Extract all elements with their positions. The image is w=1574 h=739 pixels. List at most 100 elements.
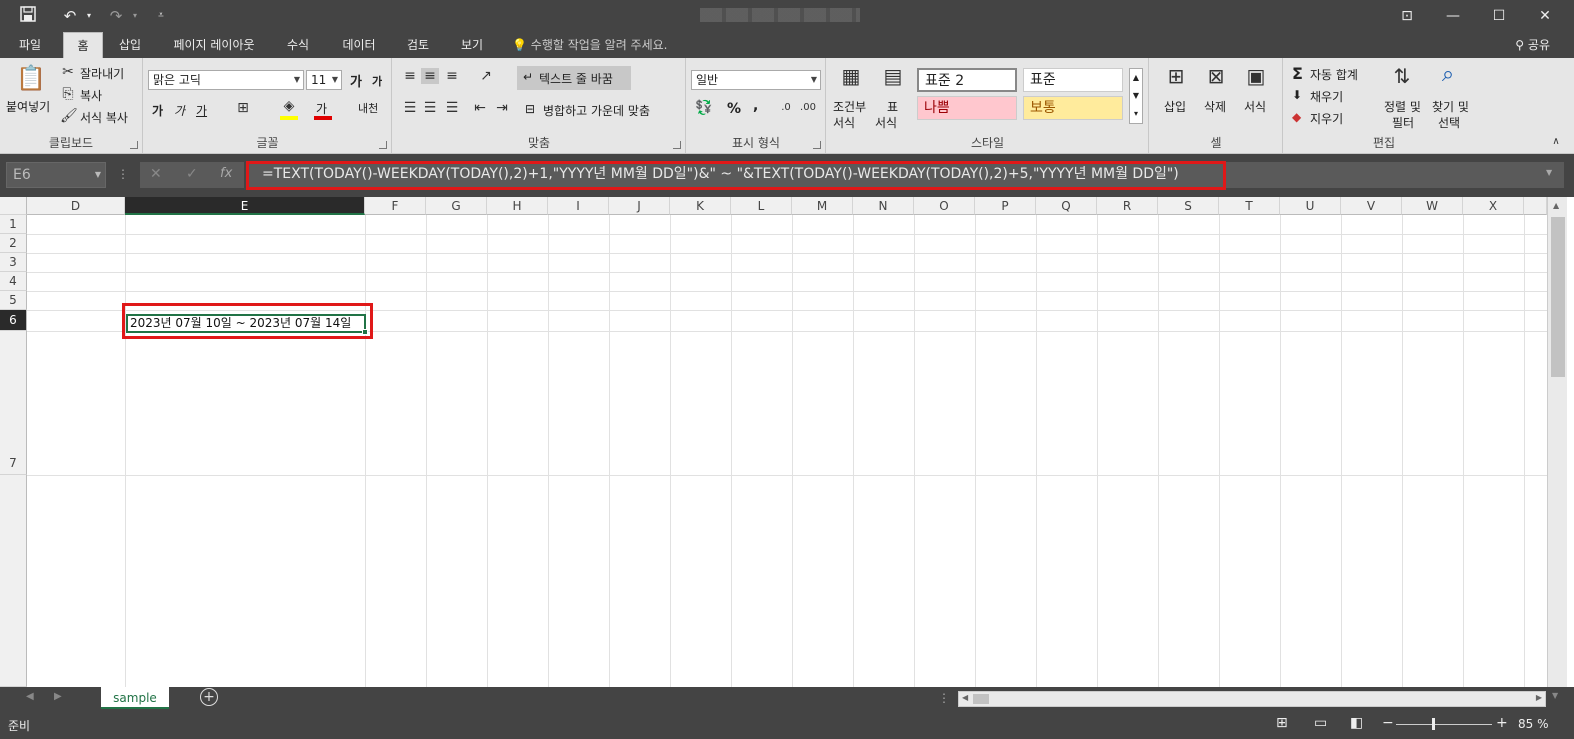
merge-center-icon[interactable]: ⊟ xyxy=(525,102,535,116)
tab-review[interactable]: 검토 xyxy=(396,32,440,58)
column-header-w[interactable]: W xyxy=(1402,197,1463,215)
tab-data[interactable]: 데이터 xyxy=(332,32,386,58)
fill-icon[interactable]: ⬇ xyxy=(1292,88,1302,102)
styles-scroll[interactable]: ▲ ▼ ▾ xyxy=(1129,68,1143,124)
column-header-k[interactable]: K xyxy=(670,197,731,215)
row-header-6[interactable]: 6 xyxy=(0,310,27,331)
shrink-font-button[interactable]: 가 xyxy=(372,73,382,89)
copy-icon[interactable]: ⎘ xyxy=(60,86,76,102)
tab-split-icon[interactable]: ⋮ xyxy=(938,691,950,705)
scroll-right-icon[interactable]: ▶ xyxy=(1536,693,1542,702)
expand-formula-icon[interactable]: ▼ xyxy=(1546,168,1552,177)
align-bottom-icon[interactable]: ≡ xyxy=(443,68,461,84)
row-header-1[interactable]: 1 xyxy=(0,215,27,234)
conditional-format-icon[interactable]: ▦ xyxy=(837,64,865,92)
find-select-line2[interactable]: 선택 xyxy=(1438,114,1460,131)
tab-view[interactable]: 보기 xyxy=(450,32,494,58)
sort-filter-icon[interactable]: ⇅ xyxy=(1388,64,1416,92)
chevron-down-icon[interactable]: ▾ xyxy=(84,6,94,26)
zoom-slider-thumb[interactable] xyxy=(1432,718,1435,730)
scroll-left-icon[interactable]: ◀ xyxy=(962,693,968,702)
row-header-4[interactable]: 4 xyxy=(0,272,27,291)
copy-button[interactable]: 복사 xyxy=(80,87,102,104)
style-bad[interactable]: 나쁨 xyxy=(917,96,1017,120)
column-header-m[interactable]: M xyxy=(792,197,853,215)
style-normal[interactable]: 표준 xyxy=(1023,68,1123,92)
eraser-icon[interactable]: ◆ xyxy=(1292,110,1301,124)
tab-file[interactable]: 파일 xyxy=(8,32,52,58)
tell-me-box[interactable]: 💡 수행할 작업을 알려 주세요. xyxy=(512,32,667,58)
column-header-f[interactable]: F xyxy=(365,197,426,215)
cancel-icon[interactable]: ✕ xyxy=(150,166,162,182)
chevron-down-icon[interactable]: ▾ xyxy=(130,6,140,26)
comma-button[interactable]: , xyxy=(753,98,758,114)
conditional-format-line2[interactable]: 서식 xyxy=(833,114,855,131)
tab-page-layout[interactable]: 페이지 레이아웃 xyxy=(160,32,268,58)
minimize-icon[interactable]: — xyxy=(1436,4,1470,28)
column-header-v[interactable]: V xyxy=(1341,197,1402,215)
column-header-g[interactable]: G xyxy=(426,197,487,215)
column-header-h[interactable]: H xyxy=(487,197,548,215)
align-middle-icon[interactable]: ≡ xyxy=(421,68,439,84)
number-format-select[interactable]: 일반 ▼ xyxy=(691,70,821,90)
underline-button[interactable]: 가 xyxy=(196,102,207,119)
increase-indent-icon[interactable]: ⇥ xyxy=(493,100,511,116)
conditional-format-line1[interactable]: 조건부 xyxy=(833,98,866,115)
column-header-t[interactable]: T xyxy=(1219,197,1280,215)
increase-decimal-icon[interactable]: .0 xyxy=(777,102,795,113)
grow-font-button[interactable]: 가 xyxy=(350,71,362,90)
column-header-i[interactable]: I xyxy=(548,197,609,215)
share-button[interactable]: ⚲ 공유 xyxy=(1515,32,1550,58)
sheet-tab-sample[interactable]: sample xyxy=(101,687,169,709)
format-cells-icon[interactable]: ▣ xyxy=(1242,64,1270,92)
italic-button[interactable]: 가 xyxy=(174,102,185,119)
zoom-in-icon[interactable]: + xyxy=(1496,715,1508,731)
row-header-2[interactable]: 2 xyxy=(0,234,27,253)
column-header-x[interactable]: X xyxy=(1463,197,1524,215)
column-header-p[interactable]: P xyxy=(975,197,1036,215)
normal-view-icon[interactable]: ⊞ xyxy=(1276,715,1288,731)
clear-button[interactable]: 지우기 xyxy=(1310,110,1343,127)
format-as-table-line1[interactable]: 표 xyxy=(887,98,898,115)
add-sheet-icon[interactable]: + xyxy=(200,688,218,706)
percent-button[interactable]: % xyxy=(727,101,741,117)
autosum-button[interactable]: 자동 합계 xyxy=(1310,66,1358,83)
column-header-q[interactable]: Q xyxy=(1036,197,1097,215)
column-header-d[interactable]: D xyxy=(27,197,125,215)
alignment-launcher-icon[interactable] xyxy=(673,141,681,149)
decrease-indent-icon[interactable]: ⇤ xyxy=(471,100,489,116)
insert-cells-icon[interactable]: ⊞ xyxy=(1162,64,1190,92)
number-launcher-icon[interactable] xyxy=(813,141,821,149)
style-neutral[interactable]: 보통 xyxy=(1023,96,1123,120)
sort-filter-line1[interactable]: 정렬 및 xyxy=(1384,98,1421,115)
formula-bar-grip-icon[interactable]: ⋮ xyxy=(117,167,129,181)
column-header-j[interactable]: J xyxy=(609,197,670,215)
column-header-r[interactable]: R xyxy=(1097,197,1158,215)
close-icon[interactable]: ✕ xyxy=(1528,4,1562,28)
align-center-icon[interactable]: ☰ xyxy=(421,100,439,116)
customize-toolbar-icon[interactable]: ⩡ xyxy=(154,6,168,26)
merge-center-button[interactable]: 병합하고 가운데 맞춤 xyxy=(543,102,650,119)
tab-formulas[interactable]: 수식 xyxy=(276,32,320,58)
font-color-button[interactable]: 가 xyxy=(316,100,327,117)
border-icon[interactable]: ⊞ xyxy=(234,100,252,116)
format-as-table-line2[interactable]: 서식 xyxy=(875,114,897,131)
enter-icon[interactable]: ✓ xyxy=(186,166,198,182)
paste-button[interactable]: 붙여넣기 xyxy=(6,98,50,115)
horizontal-scrollbar[interactable]: ◀ ▶ xyxy=(958,691,1546,707)
find-select-icon[interactable]: ⌕ xyxy=(1434,62,1462,90)
zoom-slider[interactable] xyxy=(1396,724,1492,725)
row-header-7[interactable]: 7 xyxy=(0,331,27,475)
fill-color-icon[interactable]: ◈ xyxy=(280,98,298,114)
paste-icon[interactable]: 📋 xyxy=(16,64,46,94)
align-top-icon[interactable]: ≡ xyxy=(401,68,419,84)
collapse-ribbon-icon[interactable]: ∧ xyxy=(1548,136,1564,147)
font-name-select[interactable]: 맑은 고딕 ▼ xyxy=(148,70,304,90)
vertical-scroll-thumb[interactable] xyxy=(1551,217,1565,377)
column-header-l[interactable]: L xyxy=(731,197,792,215)
orientation-icon[interactable]: ↗ xyxy=(475,68,497,84)
format-painter-icon[interactable]: 🖌 xyxy=(60,108,78,124)
redo-icon[interactable]: ↷ xyxy=(106,6,126,26)
insert-function-icon[interactable]: fx xyxy=(220,166,232,181)
save-icon[interactable] xyxy=(18,6,38,26)
